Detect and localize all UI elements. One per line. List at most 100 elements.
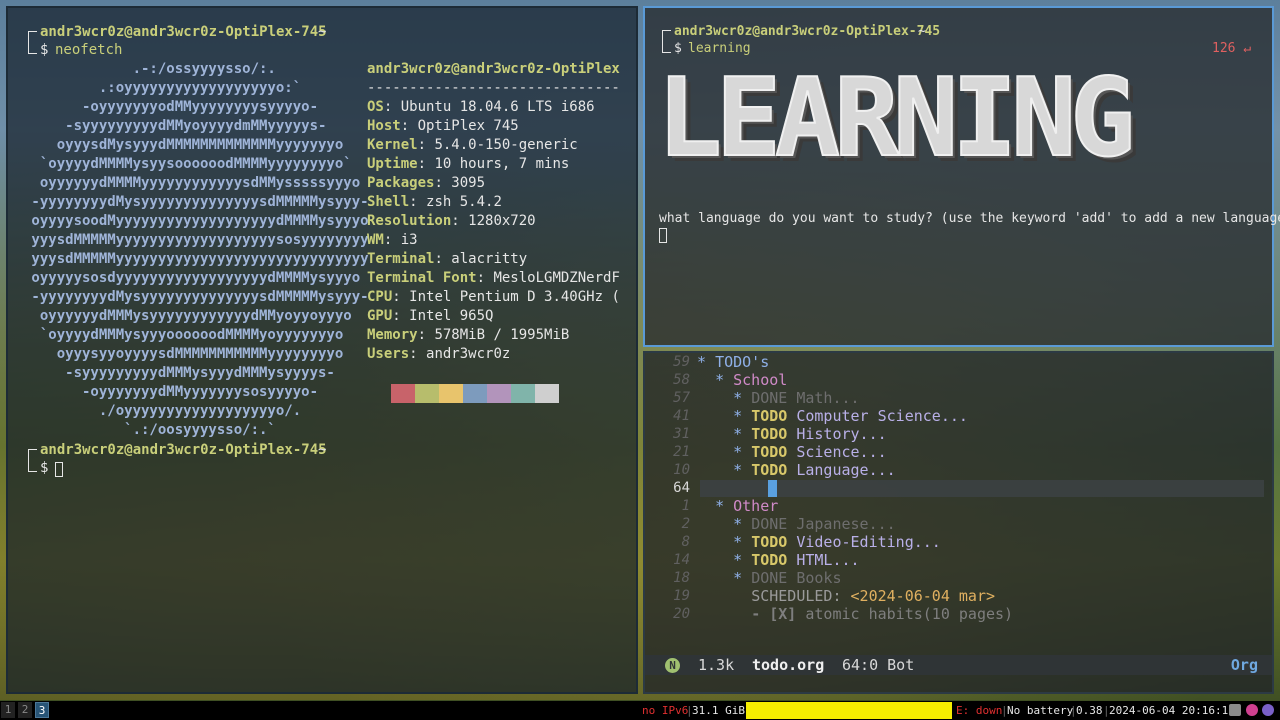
heading-star: *	[733, 443, 752, 461]
info-key: Packages	[367, 175, 435, 191]
disk-status: 31.1 GiB	[692, 704, 745, 717]
heading-star: *	[715, 371, 734, 389]
prompt-1-user: andr3wcr0z@andr3wcr0z-OptiPlex-745	[40, 24, 327, 40]
workspace-2-button[interactable]: 2	[18, 702, 32, 718]
org-line[interactable]: * TODO Video-Editing...	[697, 533, 941, 551]
todo-keyword: TODO	[751, 407, 797, 425]
info-row: WM: i3	[367, 231, 418, 250]
prompt-corner-bottom	[28, 45, 37, 54]
org-line[interactable]: * School	[697, 371, 787, 389]
workspace-1-button[interactable]: 1	[1, 702, 15, 718]
palette-swatch	[439, 384, 463, 403]
org-line[interactable]: * TODO's	[697, 353, 769, 371]
prompt-1-symbol: $	[40, 42, 49, 58]
prompt-2-user: andr3wcr0z@andr3wcr0z-OptiPlex-745	[40, 442, 327, 458]
org-line[interactable]: * TODO History...	[697, 425, 887, 443]
info-row: CPU: Intel Pentium D 3.40GHz (	[367, 288, 620, 307]
info-row: Terminal: alacritty	[367, 250, 527, 269]
org-line[interactable]: * TODO Language...	[697, 461, 896, 479]
org-line[interactable]: SCHEDULED: <2024-06-04 mar>	[697, 587, 995, 605]
info-key: Uptime	[367, 156, 418, 172]
done-keyword: DONE	[751, 515, 797, 533]
info-key: WM	[367, 232, 384, 248]
info-row: Uptime: 10 hours, 7 mins	[367, 155, 569, 174]
info-colon: :	[476, 270, 494, 286]
highlight-block	[746, 702, 952, 719]
todo-keyword: TODO	[751, 443, 797, 461]
item-text: Science...	[796, 443, 887, 461]
neofetch-logo-line: `oyyyydMMMMysyysoooooodMMMMyyyyyyyyo`	[23, 156, 352, 172]
item-text: Computer Science...	[796, 407, 968, 425]
org-line[interactable]: - [X] atomic habits(10 pages)	[697, 605, 1013, 623]
line-number: 64	[673, 480, 690, 496]
battery-status: No battery	[1007, 704, 1074, 717]
info-key: Users	[367, 346, 410, 362]
org-line[interactable]: * TODO HTML...	[697, 551, 859, 569]
info-colon: :	[392, 308, 410, 324]
neofetch-logo-line: oyyyysoodMyyyyyyyyyyyyyyyyyyydMMMMysyyyo	[23, 213, 369, 229]
info-value: 5.4.0-150-generic	[434, 137, 578, 153]
language-question: what language do you want to study? (use…	[659, 211, 1280, 226]
palette-swatch	[415, 384, 439, 403]
item-text: History...	[796, 425, 887, 443]
heading-star: *	[733, 425, 752, 443]
tray-globe-icon[interactable]	[1262, 704, 1274, 716]
info-row: Terminal Font: MesloLGMDZNerdF	[367, 269, 620, 288]
info-row: Kernel: 5.4.0-150-generic	[367, 136, 578, 155]
ipv6-status: no IPv6	[642, 704, 689, 717]
prompt-corner-top	[662, 30, 671, 45]
neofetch-logo-line: .-:/ossyyyysso/:.	[23, 61, 276, 77]
org-line[interactable]: * TODO Computer Science...	[697, 407, 968, 425]
item-text: Books	[796, 569, 842, 587]
heading-text: School	[733, 371, 788, 389]
org-line[interactable]: * DONE Japanese...	[697, 515, 896, 533]
info-colon: :	[409, 194, 427, 210]
command-neofetch: neofetch	[55, 42, 123, 58]
file-name: todo.org	[752, 656, 825, 674]
line-number: 58	[673, 372, 690, 388]
info-title: andr3wcr0z@andr3wcr0z-OptiPlex	[367, 61, 620, 77]
org-line[interactable]: * Other	[697, 497, 778, 515]
workspace-3-button[interactable]: 3	[35, 702, 49, 718]
neofetch-logo-line: oyyyyyydMMMMyyyyyyyyyyyysdMMysssssyyyo	[23, 175, 361, 191]
neofetch-logo-line: yyysdMMMMMyyyyyyyyyyyyyyyyyyysosyyyyyyyy	[23, 232, 369, 248]
mode-badge: N	[665, 658, 680, 673]
todo-keyword: TODO	[751, 461, 797, 479]
info-row: OS: Ubuntu 18.04.6 LTS i686	[367, 98, 595, 117]
line-number: 1	[681, 498, 690, 514]
heading-star: *	[733, 569, 752, 587]
tray-app-icon[interactable]	[1229, 704, 1241, 716]
neofetch-logo-line: -syyyyyyyyydMMyoyyyydmMMyyyyys-	[23, 118, 327, 134]
palette-swatch	[535, 384, 559, 403]
org-line[interactable]: * DONE Math...	[697, 389, 860, 407]
tray-firefox-icon[interactable]	[1246, 704, 1258, 716]
editor-cursor[interactable]	[768, 480, 777, 497]
info-key: Terminal Font	[367, 270, 477, 286]
cursor-position: 64:0 Bot	[842, 656, 915, 674]
info-key: CPU	[367, 289, 393, 305]
info-row: GPU: Intel 965Q	[367, 307, 493, 326]
neofetch-logo-line: -yyyyyyyydMysyyyyyyyyyyyyyysdMMMMMysyyy-	[23, 289, 369, 305]
heading-star: *	[715, 497, 734, 515]
org-line[interactable]: * DONE Books	[697, 569, 842, 587]
item-text: Math...	[796, 389, 860, 407]
checkbox-text: atomic habits(10 pages)	[805, 605, 1014, 623]
line-number: 41	[673, 408, 690, 424]
org-line[interactable]: * TODO Science...	[697, 443, 887, 461]
line-number: 31	[673, 426, 690, 442]
i3-status-bar: 1 2 3 no IPv6 | 31.1 GiB E: down | No ba…	[0, 701, 1280, 720]
neofetch-logo-line: oyyysyyoyyyysdMMMMMMMMMMMyyyyyyyyo	[23, 346, 344, 362]
neofetch-logo-line: oyyyyysosdyyyyyyyyyyyyyyyyyydMMMMysyyyo	[23, 270, 361, 286]
heading-star: *	[733, 533, 752, 551]
todo-keyword: TODO	[751, 425, 797, 443]
